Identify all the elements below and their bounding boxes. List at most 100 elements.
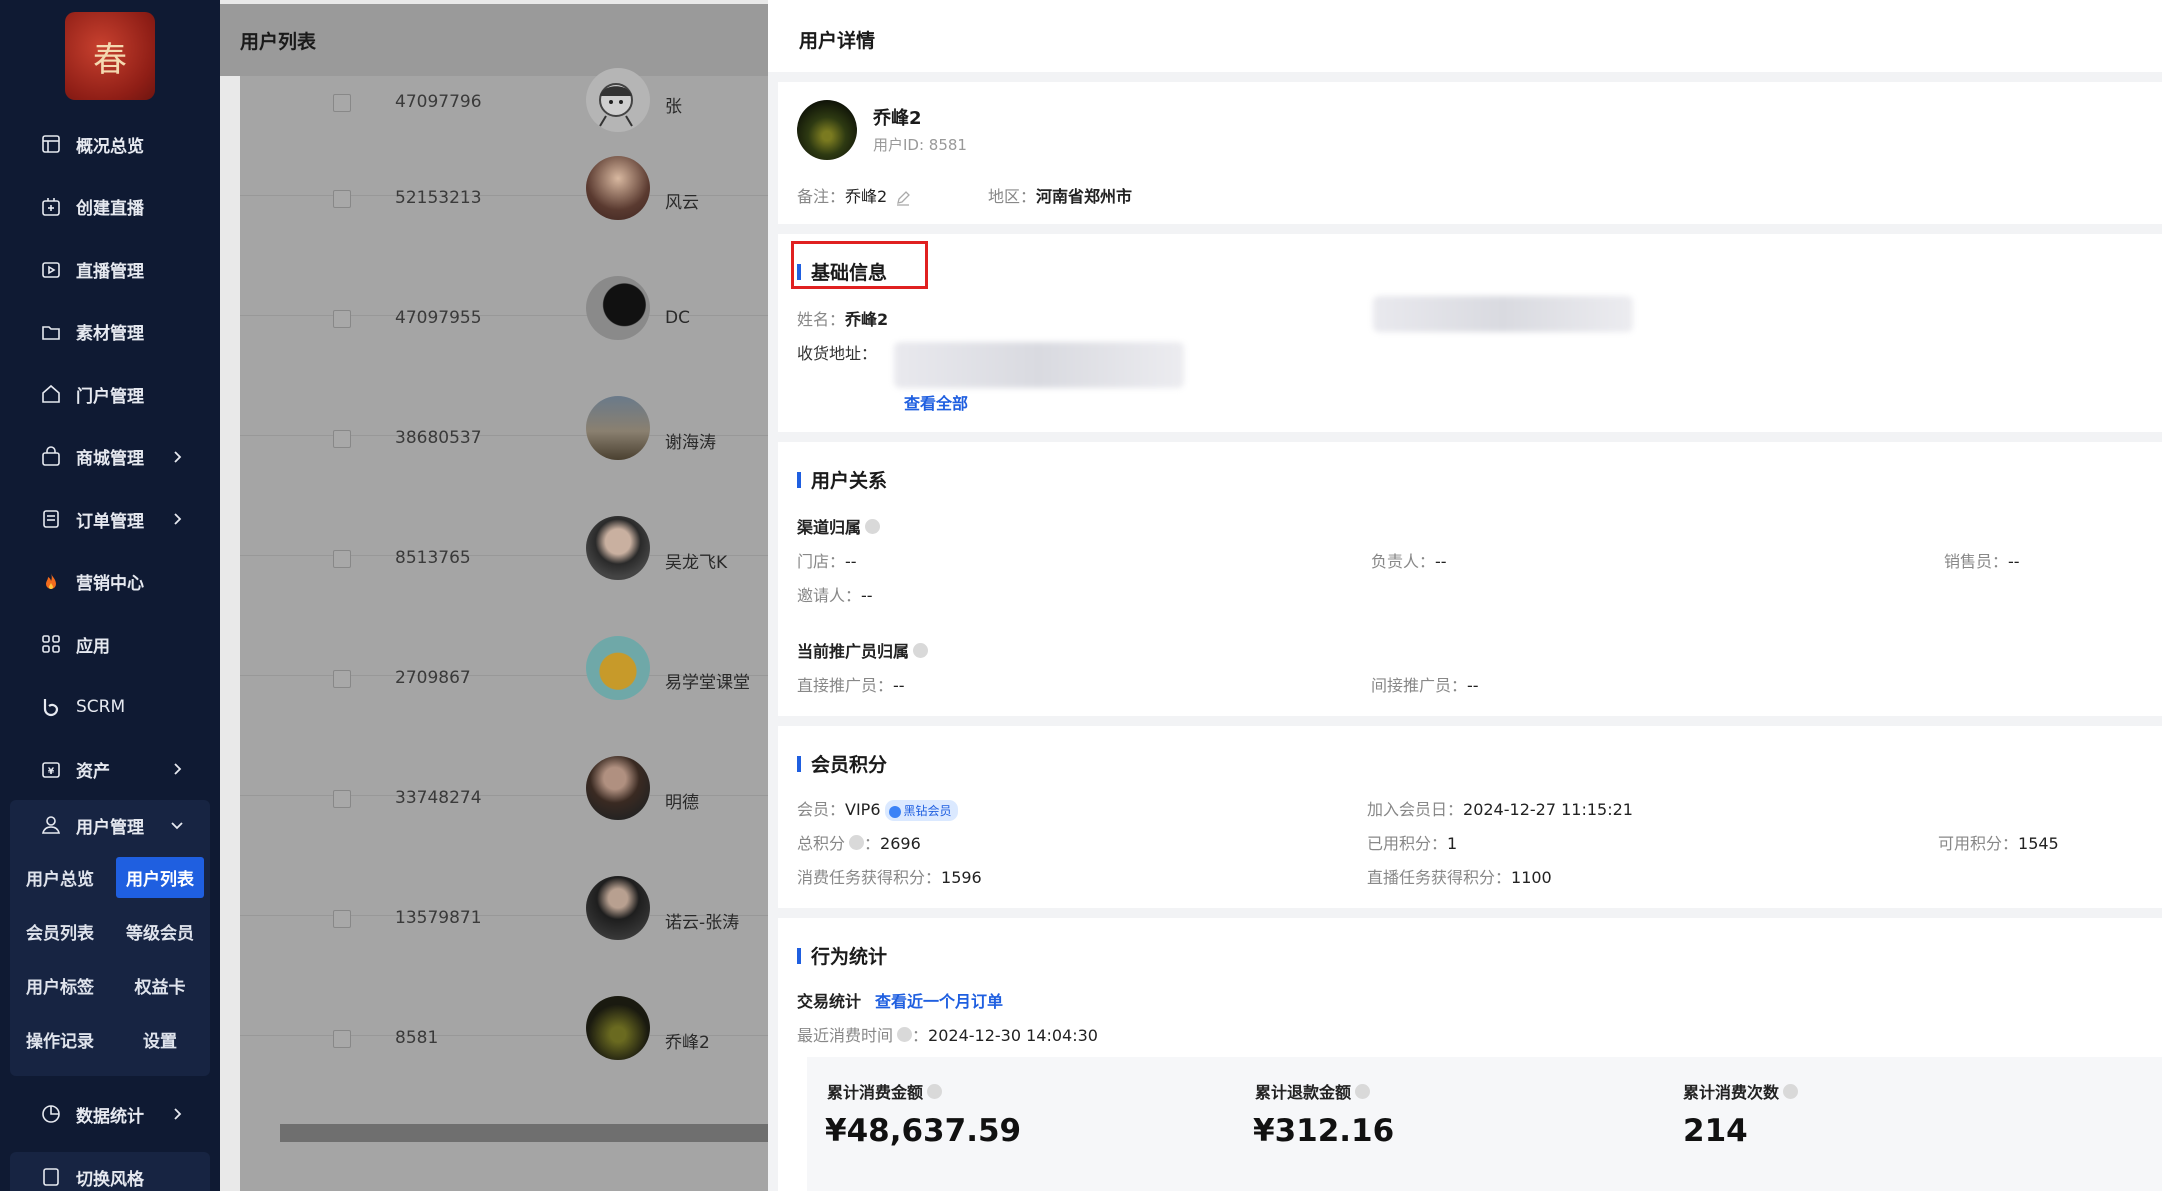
user-name: 乔峰2 — [873, 108, 922, 129]
name-value: 乔峰2 — [845, 310, 889, 329]
submenu-operation-log[interactable]: 操作记录 — [10, 1012, 110, 1066]
edit-icon[interactable] — [895, 190, 911, 206]
row-checkbox[interactable] — [333, 790, 351, 808]
row-checkbox[interactable] — [333, 670, 351, 688]
row-checkbox[interactable] — [333, 310, 351, 328]
address-label: 收货地址： — [797, 344, 878, 363]
table-row[interactable]: 33748274 明德 — [240, 756, 768, 916]
sidebar-item-statistics[interactable]: 数据统计 — [0, 1083, 220, 1146]
submenu-user-tags[interactable]: 用户标签 — [10, 958, 110, 1012]
sidebar-item-apps[interactable]: 应用 — [0, 613, 220, 676]
join-date-label: 加入会员日： — [1367, 800, 1464, 819]
section-title-behavior: 行为统计 — [797, 942, 887, 969]
profile-card: 乔峰2 用户ID: 8581 备注：乔峰2 地区：河南省郑州市 — [778, 82, 2162, 224]
sidebar-item-live-manage[interactable]: 直播管理 — [0, 238, 220, 301]
table-row[interactable]: 47097955 DC — [240, 276, 768, 436]
user-icon — [41, 816, 61, 834]
table-row[interactable]: 47097796 张 — [240, 68, 768, 196]
user-list-panel: 用户列表 47097796 张 52153213 风云 47097955 DC … — [220, 0, 768, 1191]
avatar — [586, 68, 650, 132]
member-value: VIP6 — [845, 800, 881, 819]
table-row[interactable]: 8513765 吴龙飞K — [240, 516, 768, 676]
sidebar-item-orders[interactable]: 订单管理 — [0, 488, 220, 551]
info-icon[interactable] — [897, 1027, 913, 1042]
submenu-settings[interactable]: 设置 — [110, 1012, 210, 1066]
info-icon[interactable] — [865, 519, 881, 534]
add-live-icon — [40, 196, 62, 218]
submenu-user-overview[interactable]: 用户总览 — [10, 850, 110, 904]
stat-total-spent-value: ¥48,637.59 — [825, 1113, 1022, 1149]
row-checkbox[interactable] — [333, 550, 351, 568]
row-checkbox[interactable] — [333, 190, 351, 208]
user-name: 风云 — [665, 193, 699, 213]
section-title-relation: 用户关系 — [797, 466, 887, 493]
sidebar-item-user-management[interactable]: 用户管理 — [10, 800, 210, 850]
section-title-text: 会员积分 — [811, 754, 888, 776]
sidebar-item-label: 订单管理 — [76, 511, 144, 532]
sidebar-item-shop[interactable]: 商城管理 — [0, 426, 220, 489]
view-all-link[interactable]: 查看全部 — [904, 390, 968, 414]
sales-label: 销售员： — [1944, 552, 2009, 571]
user-name: 张 — [665, 97, 682, 117]
sidebar-item-scrm[interactable]: SCRM — [0, 676, 220, 739]
submenu-user-list[interactable]: 用户列表 — [110, 850, 210, 904]
info-icon[interactable] — [1355, 1084, 1371, 1099]
sidebar-item-overview[interactable]: 概况总览 — [0, 113, 220, 176]
direct-promoter-field: 直接推广员：-- — [797, 672, 905, 696]
used-points-label: 已用积分： — [1367, 834, 1448, 853]
table-row[interactable]: 38680537 谢海涛 — [240, 396, 768, 556]
last-purchase-label: 最近消费时间 — [797, 1026, 894, 1045]
info-icon[interactable] — [927, 1084, 943, 1099]
table-row[interactable]: 52153213 风云 — [240, 156, 768, 316]
submenu-benefit-card[interactable]: 权益卡 — [110, 958, 210, 1012]
row-checkbox[interactable] — [333, 94, 351, 112]
sidebar-item-label: 直播管理 — [76, 261, 144, 282]
row-checkbox[interactable] — [333, 1030, 351, 1048]
owner-label: 负责人： — [1371, 552, 1436, 571]
user-id: 47097796 — [395, 92, 482, 112]
user-id: 38680537 — [395, 428, 482, 448]
sidebar-item-switch-style[interactable]: 切换风格 — [10, 1152, 210, 1191]
submenu-level-member[interactable]: 等级会员 — [110, 904, 210, 958]
channel-title: 渠道归属 — [797, 514, 881, 538]
info-icon[interactable] — [1783, 1084, 1799, 1099]
user-name: 谢海涛 — [665, 433, 716, 453]
list-title: 用户列表 — [220, 4, 768, 76]
row-checkbox[interactable] — [333, 910, 351, 928]
owner-field: 负责人：-- — [1371, 548, 1447, 572]
drawer-title: 用户详情 — [768, 0, 2162, 72]
row-checkbox[interactable] — [333, 430, 351, 448]
horizontal-scrollbar[interactable] — [280, 1124, 768, 1142]
owner-value: -- — [1435, 552, 1447, 571]
avatar — [586, 996, 650, 1060]
table-row[interactable]: 2709867 易学堂课堂 — [240, 636, 768, 796]
sidebar-item-marketing[interactable]: 营销中心 — [0, 551, 220, 614]
chevron-down-icon — [171, 822, 183, 830]
sidebar-item-portal[interactable]: 门户管理 — [0, 363, 220, 426]
submenu-member-list[interactable]: 会员列表 — [10, 904, 110, 958]
user-management-submenu: 用户总览 用户列表 会员列表 等级会员 用户标签 权益卡 操作记录 设置 — [10, 850, 210, 1066]
direct-promoter-value: -- — [893, 676, 905, 695]
sidebar-item-label: 概况总览 — [76, 136, 144, 157]
sidebar-item-label: 素材管理 — [76, 324, 144, 345]
order-icon — [40, 508, 62, 530]
logo-text: 春 — [93, 39, 127, 80]
sidebar-item-materials[interactable]: 素材管理 — [0, 301, 220, 364]
user-id: 52153213 — [395, 188, 482, 208]
recent-orders-link[interactable]: 查看近一个月订单 — [875, 992, 1003, 1011]
last-purchase-value: 2024-12-30 14:04:30 — [928, 1026, 1098, 1045]
blurred-address — [894, 342, 1184, 388]
info-icon[interactable] — [913, 643, 929, 658]
info-icon[interactable] — [849, 835, 865, 850]
sidebar: 春 概况总览 创建直播 直播管理 素材管理 门户管理 商城管理 订单管理 营销中… — [0, 0, 220, 1191]
store-field: 门店：-- — [797, 548, 857, 572]
table-row[interactable]: 13579871 诺云-张涛 — [240, 876, 768, 1036]
store-label: 门店： — [797, 552, 846, 571]
sidebar-item-label: 门户管理 — [76, 386, 144, 407]
stat-total-refund-value: ¥312.16 — [1253, 1113, 1395, 1149]
name-label: 姓名： — [797, 310, 846, 329]
sidebar-item-assets[interactable]: ¥ 资产 — [0, 738, 220, 801]
sidebar-item-create-live[interactable]: 创建直播 — [0, 176, 220, 239]
sidebar-bottom: 数据统计 — [0, 1083, 220, 1146]
remark-field: 备注：乔峰2 — [797, 183, 911, 207]
